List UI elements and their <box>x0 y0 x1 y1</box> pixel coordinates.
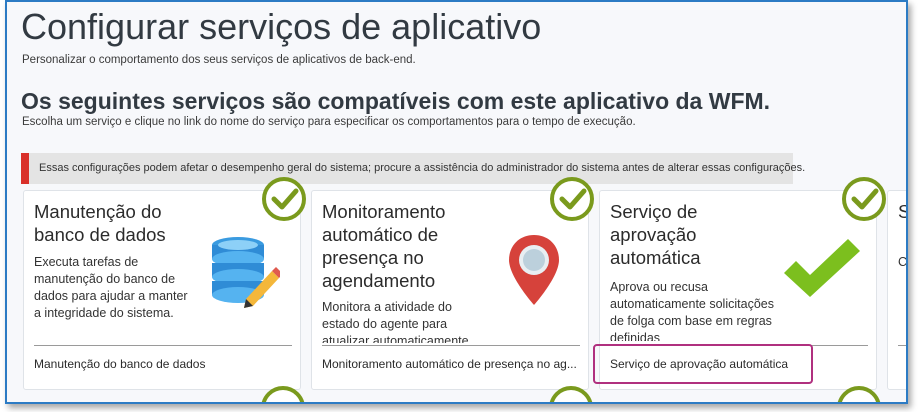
warning-text: Essas configurações podem afetar o desem… <box>39 162 806 174</box>
card-description: C <box>898 255 908 269</box>
card-divider <box>898 345 906 346</box>
page-subtitle: Personalizar o comportamento dos seus se… <box>22 54 416 66</box>
card-title: S <box>898 200 906 223</box>
card-description: Aprova ou recusa automaticamente solicit… <box>610 280 774 341</box>
card-description: Monitora a atividade do estado do agente… <box>322 300 469 343</box>
card-title: Manutenção do banco de dados <box>34 201 166 245</box>
checkmark-icon <box>782 237 862 304</box>
card-description: Executa tarefas de manutenção do banco d… <box>34 255 188 320</box>
card-divider <box>322 345 580 346</box>
section-subtitle: Escolha um serviço e clique no link do n… <box>22 116 636 128</box>
service-card-partial[interactable]: S C <box>887 190 908 390</box>
page-title: Configurar serviços de aplicativo <box>21 6 542 47</box>
service-card-auto-presence[interactable]: Monitoramento automático de presença no … <box>311 177 594 390</box>
section-title: Os seguintes serviços são compatíveis co… <box>21 88 771 114</box>
highlight-box <box>593 344 813 384</box>
warning-banner: Essas configurações podem afetar o desem… <box>21 153 805 184</box>
card-divider <box>34 345 292 346</box>
enabled-check-icon <box>842 177 886 221</box>
app-window: Configurar serviços de aplicativo Person… <box>5 0 908 404</box>
card-link[interactable]: Monitoramento automático de presença no … <box>322 357 584 371</box>
database-icon <box>210 235 283 314</box>
enabled-check-icon <box>262 177 306 221</box>
map-pin-icon <box>506 233 562 312</box>
card-link[interactable]: Manutenção do banco de dados <box>34 357 292 371</box>
enabled-check-icon <box>550 177 594 221</box>
service-card-database-maintenance[interactable]: Manutenção do banco de dados Executa tar… <box>23 177 306 390</box>
card-title: Serviço de aprovação automática <box>610 201 701 268</box>
card-title: Monitoramento automático de presença no … <box>322 201 446 291</box>
